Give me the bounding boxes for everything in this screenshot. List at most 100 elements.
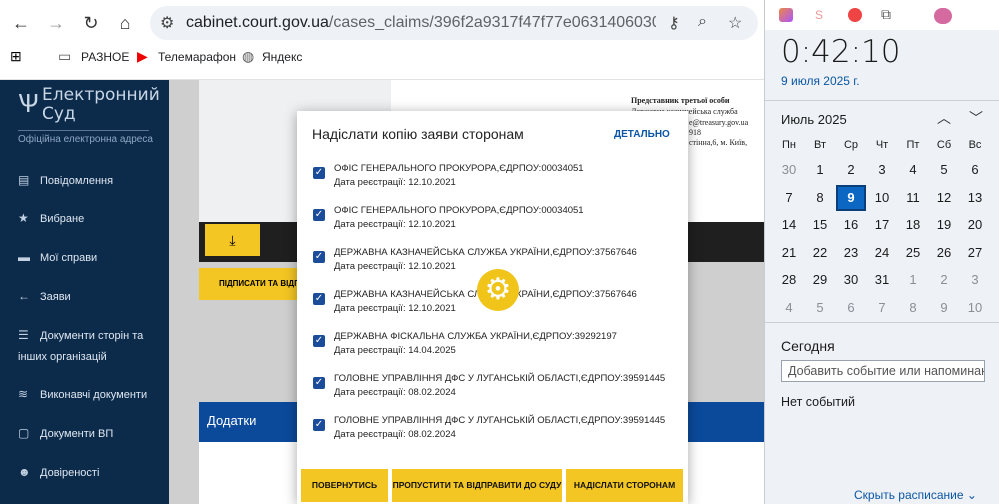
chevron-up-icon[interactable]: ︿ [937,108,951,128]
sidebar-item-notifications[interactable]: ▤ Повідомлення [18,170,168,192]
bookmark-star-icon[interactable]: ☆ [728,13,742,33]
calendar-day[interactable]: 26 [929,240,959,266]
calendar-day[interactable]: 2 [929,267,959,293]
bookmark-telemarathon[interactable]: Телемарафон [158,50,236,64]
sidebar-item-enforcement-documents[interactable]: ≋ Виконавчі документи [18,384,168,406]
calendar-day[interactable]: 16 [836,212,866,238]
calendar-day[interactable]: 20 [960,212,990,238]
calendar-day[interactable]: 13 [960,185,990,211]
download-button[interactable]: ⤓ [205,224,260,256]
calendar-day[interactable]: 15 [805,212,835,238]
party-date: Дата реєстрації: 08.02.2024 [334,387,456,398]
calendar-day[interactable]: 30 [836,267,866,293]
address-bar[interactable]: ⚙ cabinet.court.gov.ua/cases_claims/396f… [150,6,758,40]
details-link[interactable]: ДЕТАЛЬНО [614,129,670,140]
calendar-day[interactable]: 23 [836,240,866,266]
hide-schedule-link[interactable]: Скрыть расписание ⌄ [854,488,977,502]
extension-icon[interactable] [848,8,862,22]
calendar-day[interactable]: 3 [960,267,990,293]
add-event-input[interactable]: Добавить событие или напоминан [781,360,985,382]
sidebar-item-vp-documents[interactable]: ▢ Документи ВП [18,423,168,445]
sidebar-item-claims[interactable]: ← Заяви [18,286,168,308]
sidebar-item-favorites[interactable]: ★ Вибране [18,208,168,230]
folder-icon: ▭ [58,48,72,64]
calendar-day[interactable]: 22 [805,240,835,266]
calendar-day[interactable]: 5 [929,157,959,183]
apps-grid-icon[interactable]: ⊞ [10,48,22,65]
calendar-day[interactable]: 9 [836,185,866,211]
checkbox[interactable]: ✓ [313,167,325,179]
calendar-day[interactable]: 1 [805,157,835,183]
calendar-day[interactable]: 6 [836,295,866,321]
calendar-day[interactable]: 9 [929,295,959,321]
calendar-day[interactable]: 3 [867,157,897,183]
calendar-day[interactable]: 4 [898,157,928,183]
divider [765,322,999,323]
chevron-down-icon[interactable]: ﹀ [969,108,983,128]
home-icon[interactable]: ⌂ [113,11,137,35]
calendar-day[interactable]: 21 [774,240,804,266]
sidebar-item-party-documents[interactable]: ☰ Документи сторін та інших організацій [18,325,168,368]
calendar-day[interactable]: 6 [960,157,990,183]
back-button[interactable]: ПОВЕРНУТИСЬ [301,469,388,502]
extension-icon[interactable] [779,8,793,22]
date-link[interactable]: 9 июля 2025 г. [781,74,860,88]
calendar-day[interactable]: 24 [867,240,897,266]
sidebar: Ѱ Електронний Суд Офіційна електронна ад… [0,80,169,504]
trident-logo-icon: Ѱ [18,88,39,118]
calendar-day[interactable]: 4 [774,295,804,321]
calendar-day[interactable]: 17 [867,212,897,238]
calendar-day[interactable]: 30 [774,157,804,183]
calendar-day[interactable]: 25 [898,240,928,266]
calendar-day[interactable]: 29 [805,267,835,293]
checkbox[interactable]: ✓ [313,293,325,305]
chevron-down-icon: ⌄ [966,488,977,502]
calendar-day[interactable]: 27 [960,240,990,266]
calendar-day[interactable]: 19 [929,212,959,238]
bookmark-razne[interactable]: РАЗНОЕ [81,50,129,64]
forward-icon[interactable]: → [44,11,68,35]
calendar-day[interactable]: 10 [867,185,897,211]
zoom-icon[interactable]: ⌕ [698,13,707,31]
doc-text: стінна,6, м. Київ, [689,138,748,147]
calendar-day[interactable]: 14 [774,212,804,238]
checkbox[interactable]: ✓ [313,419,325,431]
calendar-day[interactable]: 8 [805,185,835,211]
calendar-day[interactable]: 1 [898,267,928,293]
puzzle-icon[interactable]: ⧉ [881,6,891,23]
reload-icon[interactable]: ↻ [79,11,103,35]
calendar-day[interactable]: 28 [774,267,804,293]
calendar-day[interactable]: 11 [898,185,928,211]
avatar[interactable] [934,8,952,24]
checkbox[interactable]: ✓ [313,251,325,263]
people-icon: ☻ [18,465,31,479]
checkbox[interactable]: ✓ [313,335,325,347]
month-label[interactable]: Июль 2025 [781,112,847,127]
layers-icon: ≋ [18,387,29,401]
bookmark-yandex[interactable]: Яндекс [262,50,302,64]
party-name: ГОЛОВНЕ УПРАВЛІННЯ ДФС У ЛУГАНСЬКІЙ ОБЛА… [334,415,666,426]
checkbox[interactable]: ✓ [313,209,325,221]
key-icon[interactable]: ⚷ [668,13,680,33]
checkbox[interactable]: ✓ [313,377,325,389]
calendar-day[interactable]: 18 [898,212,928,238]
skip-and-send-button[interactable]: ПРОПУСТИТИ ТА ВІДПРАВИТИ ДО СУДУ [392,469,562,502]
doc-text: 918 [689,128,701,137]
calendar-day[interactable]: 5 [805,295,835,321]
sidebar-item-my-cases[interactable]: ▬ Мої справи [18,247,168,269]
sidebar-item-powers-of-attorney[interactable]: ☻ Довіреності [18,462,168,484]
send-to-parties-button[interactable]: НАДІСЛАТИ СТОРОНАМ [566,469,683,502]
site-info-icon[interactable]: ⚙ [160,13,174,33]
calendar-day[interactable]: 12 [929,185,959,211]
star-icon: ★ [18,211,29,225]
calendar-day[interactable]: 10 [960,295,990,321]
globe-icon: ◍ [242,48,255,64]
calendar-day[interactable]: 2 [836,157,866,183]
calendar-day[interactable]: 7 [867,295,897,321]
weekday-label: Пт [906,139,920,151]
back-icon[interactable]: ← [9,11,33,35]
calendar-day[interactable]: 8 [898,295,928,321]
extension-icon[interactable]: S [815,8,823,22]
calendar-day[interactable]: 7 [774,185,804,211]
calendar-day[interactable]: 31 [867,267,897,293]
